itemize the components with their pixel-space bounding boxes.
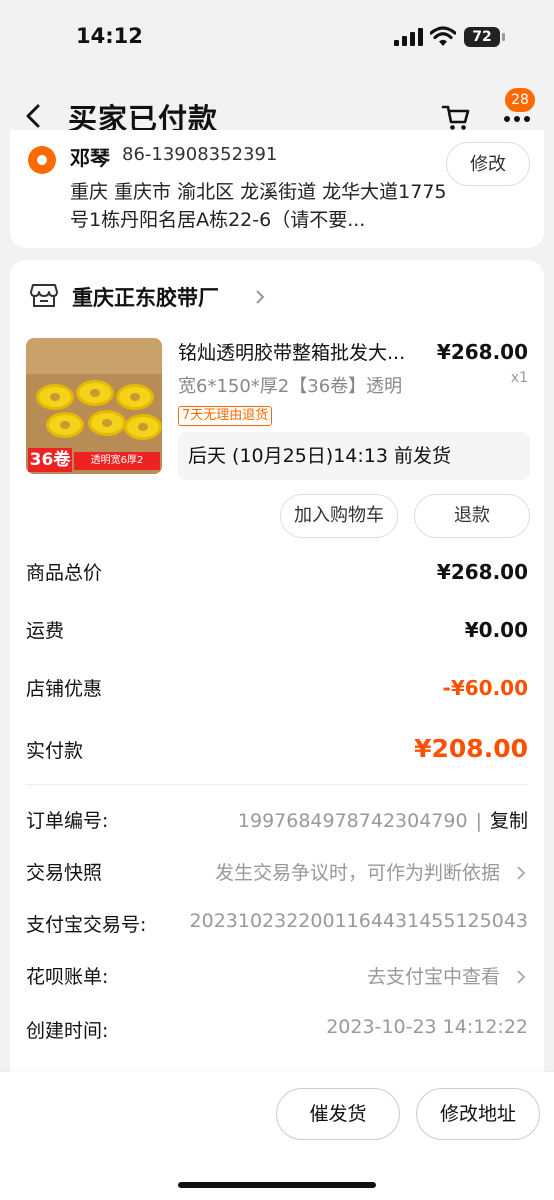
order-card: 重庆正东胶带厂 36卷 透明宽6厚2 铭灿透明胶带整箱批发大... ¥268.0… — [10, 260, 544, 1100]
return-policy-tag: 7天无理由退货 — [178, 406, 273, 426]
shop-name[interactable]: 重庆正东胶带厂 — [72, 282, 219, 312]
roll-count-tag: 36卷 — [28, 448, 72, 472]
message-badge: 28 — [505, 88, 535, 112]
tape-roll-image — [76, 380, 114, 406]
created-time-row: 创建时间: 2023-10-23 14:12:22 — [26, 1016, 528, 1046]
cellular-signal-icon — [394, 28, 424, 46]
recipient-name: 邓琴 — [70, 146, 110, 170]
paid-amount-value: ¥208.00 — [414, 734, 528, 763]
tape-roll-image — [88, 410, 126, 436]
paid-amount-row: 实付款 ¥208.00 — [26, 734, 528, 766]
address-text: 重庆 重庆市 渝北区 龙溪街道 龙华大道1775号1栋丹阳名居A栋22-6（请不… — [70, 181, 447, 231]
order-detail-page: 14:12 72 买家已付款 28 邓琴 86-13908352391 修改 重… — [0, 0, 554, 1200]
alipay-number-label: 支付宝交易号: — [26, 914, 147, 936]
alipay-number-row: 支付宝交易号: 2023102322001164431455125043 — [26, 910, 528, 940]
refund-button[interactable]: 退款 — [414, 494, 530, 538]
product-quantity: x1 — [510, 370, 528, 386]
modify-address-button[interactable]: 修改地址 — [416, 1088, 540, 1140]
order-number-value: 1997684978742304790 — [237, 810, 468, 832]
tape-roll-image — [46, 412, 84, 438]
divider — [26, 784, 528, 785]
tape-roll-image — [116, 384, 154, 410]
status-bar: 14:12 72 — [0, 0, 554, 76]
goods-total-value: ¥268.00 — [436, 560, 528, 584]
created-time-value: 2023-10-23 14:12:22 — [326, 1016, 528, 1038]
snapshot-value: 发生交易争议时，可作为判断依据 — [214, 862, 500, 884]
chevron-right-icon[interactable] — [516, 970, 526, 984]
chevron-right-icon[interactable] — [254, 290, 266, 304]
bottom-action-bar: 催发货 修改地址 — [0, 1072, 554, 1200]
shipping-fee-label: 运费 — [26, 620, 65, 642]
product-sku: 宽6*150*厚2【36卷】透明 — [178, 376, 403, 397]
edit-address-button[interactable]: 修改 — [446, 142, 530, 186]
home-indicator — [178, 1182, 376, 1188]
goods-total-row: 商品总价 ¥268.00 — [26, 558, 528, 588]
tape-roll-image — [36, 384, 74, 410]
battery-icon: 72 — [464, 27, 505, 47]
shop-discount-row: 店铺优惠 -¥60.00 — [26, 674, 528, 704]
goods-total-label: 商品总价 — [26, 562, 103, 584]
order-number-row: 订单编号: 1997684978742304790 | 复制 — [26, 806, 528, 836]
urge-shipping-button[interactable]: 催发货 — [276, 1088, 400, 1140]
recipient-phone: 86-13908352391 — [122, 144, 278, 165]
copy-button[interactable]: 复制 — [490, 810, 528, 832]
chevron-right-icon[interactable] — [516, 866, 526, 880]
huabei-bill-value: 去支付宝中查看 — [366, 966, 500, 988]
huabei-bill-row[interactable]: 花呗账单: 去支付宝中查看 — [26, 962, 528, 992]
snapshot-label: 交易快照 — [26, 862, 103, 884]
address-card[interactable]: 邓琴 86-13908352391 修改 重庆 重庆市 渝北区 龙溪街道 龙华大… — [10, 130, 544, 248]
cart-icon[interactable] — [440, 102, 472, 132]
shop-icon — [30, 284, 58, 307]
snapshot-row[interactable]: 交易快照 发生交易争议时，可作为判断依据 — [26, 858, 528, 888]
created-time-label: 创建时间: — [26, 1020, 109, 1042]
shipping-fee-value: ¥0.00 — [464, 618, 528, 642]
wifi-icon — [430, 26, 456, 46]
location-pin-icon — [28, 146, 56, 174]
alipay-number-value: 2023102322001164431455125043 — [189, 910, 528, 932]
tape-roll-image — [124, 414, 162, 440]
shipping-estimate: 后天 (10月25日)14:13 前发货 — [178, 432, 530, 480]
spec-tag: 透明宽6厚2 — [74, 452, 160, 470]
product-title[interactable]: 铭灿透明胶带整箱批发大... — [178, 338, 440, 365]
huabei-bill-label: 花呗账单: — [26, 966, 109, 988]
product-thumbnail[interactable]: 36卷 透明宽6厚2 — [26, 338, 162, 474]
status-time: 14:12 — [76, 24, 143, 48]
order-number-group: 1997684978742304790 | 复制 — [238, 806, 528, 833]
order-number-label: 订单编号: — [26, 810, 109, 832]
shop-discount-value: -¥60.00 — [442, 676, 528, 700]
add-to-cart-button[interactable]: 加入购物车 — [280, 494, 398, 538]
shipping-fee-row: 运费 ¥0.00 — [26, 616, 528, 646]
paid-amount-label: 实付款 — [26, 740, 84, 762]
back-arrow-icon[interactable] — [20, 98, 48, 134]
shop-discount-label: 店铺优惠 — [26, 678, 103, 700]
separator: | — [475, 810, 482, 832]
product-price: ¥268.00 — [436, 340, 528, 364]
